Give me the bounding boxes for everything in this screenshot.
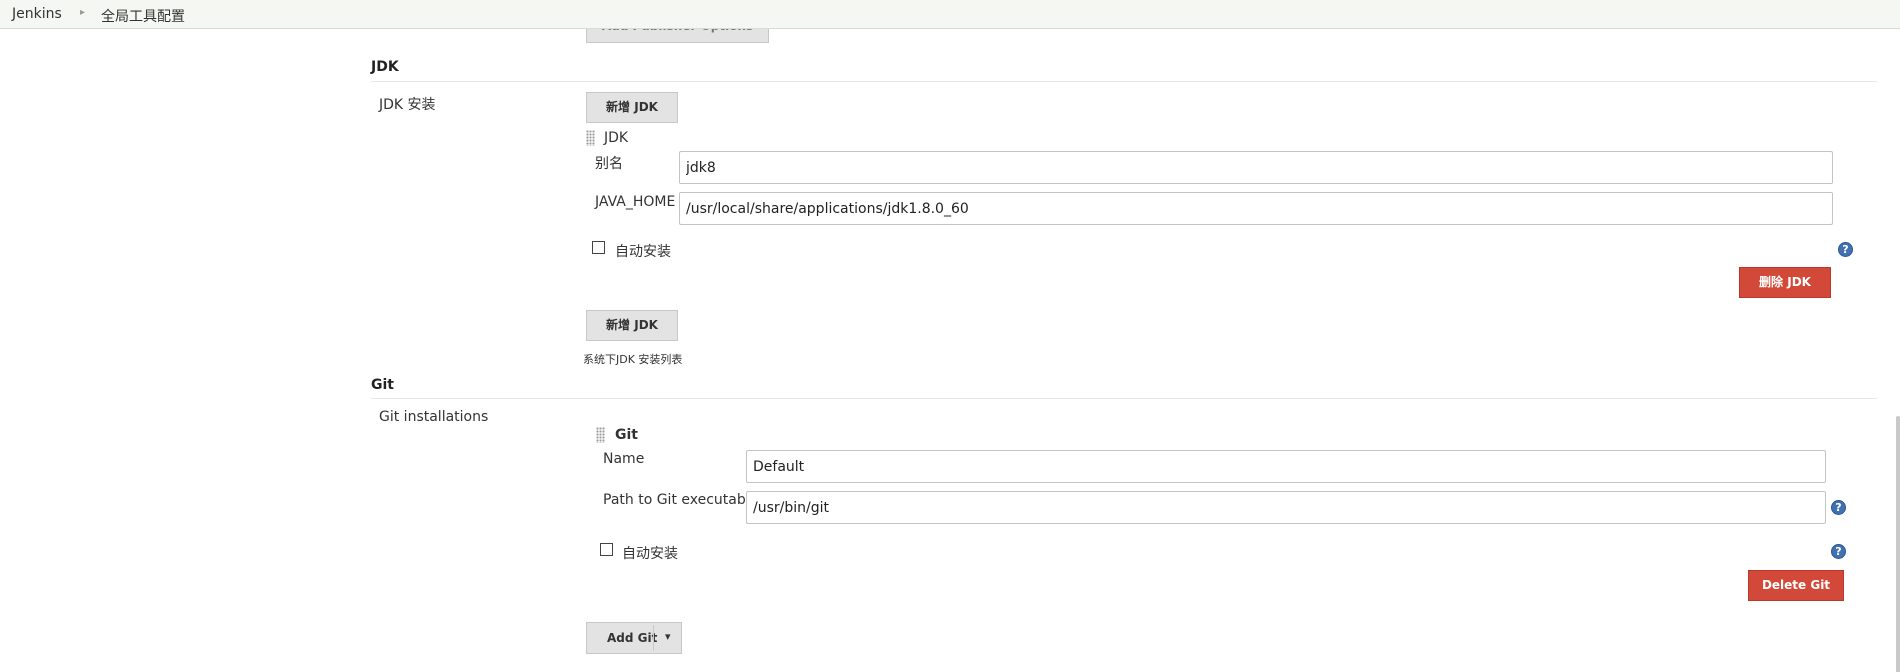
delete-jdk-button[interactable]: 删除 JDK [1739,267,1831,298]
add-git-label: Add Git [607,631,658,645]
jdk-list-caption: 系统下JDK 安装列表 [583,353,683,366]
git-installations-label: Git installations [379,409,489,425]
jdk-auto-install-checkbox[interactable] [592,241,605,254]
dropdown-arrow-icon[interactable]: ▾ [665,630,671,643]
add-jdk-button[interactable]: 新增 JDK [586,92,678,123]
jdk-install-label: JDK 安装 [379,97,436,113]
jdk-section-title: JDK [371,59,399,75]
git-auto-install-help-icon[interactable]: ? [1831,544,1846,559]
add-jdk-button-bottom[interactable]: 新增 JDK [586,310,678,341]
breadcrumb-separator-icon-overlay: ▸ [80,7,86,18]
breadcrumb-overlay: Jenkins ▸ 全局工具配置 [0,0,1900,29]
java-home-input[interactable] [679,192,1833,225]
jdk-section-divider [371,81,1877,82]
add-git-button[interactable]: Add Git ▾ [586,622,682,654]
breadcrumb-global-tool-config-link-overlay[interactable]: 全局工具配置 [101,6,185,26]
jdk-auto-install-help-icon[interactable]: ? [1838,242,1853,257]
git-drag-handle-icon[interactable] [596,427,605,443]
git-path-input[interactable] [746,491,1826,524]
git-name-input[interactable] [746,450,1826,483]
page-scrollbar[interactable] [1894,28,1900,672]
git-name-label: Name [603,451,645,467]
add-git-divider [653,625,654,651]
git-section-divider [371,398,1877,399]
delete-git-button[interactable]: Delete Git [1748,570,1844,601]
git-path-help-icon[interactable]: ? [1831,500,1846,515]
git-entry-title: Git [615,427,638,443]
git-auto-install-checkbox[interactable] [600,543,613,556]
page-scrollbar-thumb[interactable] [1896,416,1900,672]
jdk-drag-handle-icon[interactable] [586,130,595,146]
git-path-label: Path to Git executable [603,492,759,508]
jdk-auto-install-label: 自动安装 [615,244,671,260]
breadcrumb-jenkins-link-overlay[interactable]: Jenkins [12,6,62,22]
jdk-alias-input[interactable] [679,151,1833,184]
java-home-label: JAVA_HOME [595,194,676,210]
jdk-entry-title: JDK [604,130,629,146]
git-section-title: Git [371,377,394,393]
jdk-alias-label: 别名 [595,156,623,172]
git-auto-install-label: 自动安装 [622,546,678,562]
